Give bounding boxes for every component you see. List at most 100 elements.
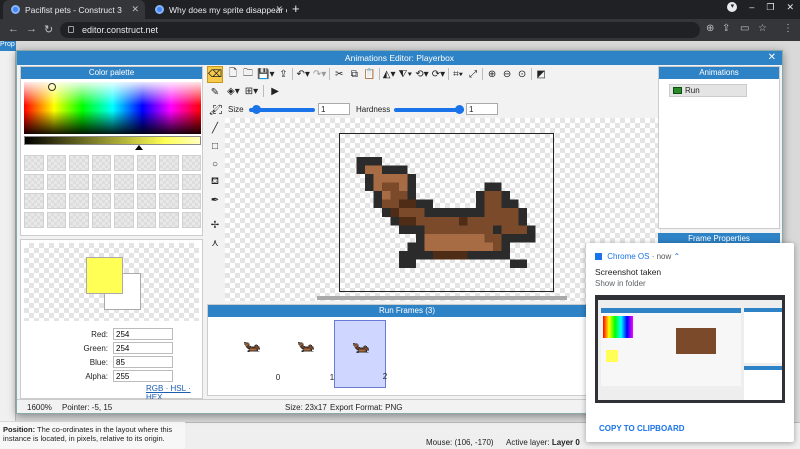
expand-chevron-icon[interactable]: ⌃ xyxy=(674,252,681,261)
new-image-icon[interactable]: 🗋 xyxy=(227,66,239,83)
zoom-reset-icon[interactable]: ⊙ xyxy=(516,69,528,80)
palette-swatch[interactable] xyxy=(114,174,134,190)
copy-icon[interactable]: ⧉ xyxy=(348,69,360,80)
palette-swatch[interactable] xyxy=(114,155,134,171)
palette-swatch[interactable] xyxy=(136,212,156,228)
show-in-folder-link[interactable]: Show in folder xyxy=(595,279,646,288)
size-slider-knob[interactable] xyxy=(251,105,261,114)
palette-swatch[interactable] xyxy=(91,174,111,190)
resize-icon[interactable]: ⤢ xyxy=(467,69,479,80)
palette-swatch[interactable] xyxy=(24,174,44,190)
palette-swatch[interactable] xyxy=(136,193,156,209)
palette-swatch[interactable] xyxy=(159,174,179,190)
cast-icon[interactable]: ▭ xyxy=(740,23,749,34)
origin-tool-icon[interactable]: ✢ xyxy=(207,217,223,234)
paste-icon[interactable]: 📋 xyxy=(363,69,375,80)
palette-swatch[interactable] xyxy=(136,174,156,190)
download-icon[interactable]: ▾ xyxy=(727,2,738,12)
flip-vertical-icon[interactable]: ⧨▾ xyxy=(398,69,412,80)
palette-swatch[interactable] xyxy=(91,193,111,209)
redo-icon[interactable]: ↷▾ xyxy=(313,69,326,80)
palette-swatch[interactable] xyxy=(24,193,44,209)
hardness-slider-knob[interactable] xyxy=(455,105,464,114)
selection-toggle-icon[interactable] xyxy=(213,105,222,114)
palette-swatch[interactable] xyxy=(91,212,111,228)
size-value[interactable]: 1 xyxy=(318,103,350,115)
minimize-button[interactable]: – xyxy=(749,2,754,13)
share-icon[interactable]: ⇪ xyxy=(722,23,730,34)
primary-color-swatch[interactable] xyxy=(86,257,123,294)
close-window-button[interactable]: ✕ xyxy=(786,2,794,13)
green-input[interactable] xyxy=(113,342,173,354)
play-preview-icon[interactable]: ▶ xyxy=(269,86,281,97)
new-tab-button[interactable]: + xyxy=(292,1,300,16)
luminance-marker[interactable] xyxy=(135,145,143,150)
layers-icon[interactable]: ◈▾ xyxy=(227,86,240,97)
flip-horizontal-icon[interactable]: ◭▾ xyxy=(383,69,396,80)
color-spectrum[interactable] xyxy=(24,82,201,134)
palette-swatch[interactable] xyxy=(46,155,66,171)
frame-thumbnail-selected[interactable]: 2 xyxy=(334,320,387,388)
rectangle-tool-icon[interactable]: □ xyxy=(207,138,223,155)
undo-icon[interactable]: ↶▾ xyxy=(296,69,309,80)
background-toggle-icon[interactable]: ◩ xyxy=(535,69,547,80)
size-slider[interactable] xyxy=(249,105,315,114)
copy-to-clipboard-button[interactable]: COPY TO CLIPBOARD xyxy=(599,424,685,433)
open-image-icon[interactable]: 🗀 xyxy=(242,66,254,83)
blue-input[interactable] xyxy=(113,356,173,368)
screenshot-thumbnail[interactable] xyxy=(595,295,785,403)
palette-swatch[interactable] xyxy=(181,174,201,190)
palette-swatch[interactable] xyxy=(46,193,66,209)
spectrum-cursor[interactable] xyxy=(48,83,56,91)
hardness-value[interactable]: 1 xyxy=(466,103,498,115)
tab-forum[interactable]: Why does my sprite disappear c ✕ xyxy=(147,0,289,19)
crop-icon[interactable]: ⌗▾ xyxy=(452,69,464,80)
palette-swatch[interactable] xyxy=(114,193,134,209)
canvas-horizontal-scrollbar[interactable] xyxy=(317,296,567,300)
zoom-in-icon[interactable]: ⊕ xyxy=(486,69,498,80)
palette-swatch[interactable] xyxy=(181,212,201,228)
palette-swatch[interactable] xyxy=(46,212,66,228)
cut-icon[interactable]: ✂ xyxy=(333,69,345,80)
palette-swatch[interactable] xyxy=(24,155,44,171)
line-tool-icon[interactable]: ╱ xyxy=(207,120,223,137)
palette-swatch[interactable] xyxy=(181,155,201,171)
palette-swatch[interactable] xyxy=(24,212,44,228)
bookmark-star-icon[interactable]: ☆ xyxy=(758,23,767,34)
reload-icon[interactable]: ↻ xyxy=(44,23,53,36)
palette-swatch[interactable] xyxy=(114,212,134,228)
rgb-link[interactable]: RGB xyxy=(146,384,163,393)
tab-close-icon[interactable]: ✕ xyxy=(131,4,139,15)
palette-swatch[interactable] xyxy=(136,155,156,171)
forward-icon[interactable]: → xyxy=(26,23,37,35)
zoom-out-icon[interactable]: ⊖ xyxy=(501,69,513,80)
more-menu-icon[interactable]: ⋮ xyxy=(783,23,793,34)
red-input[interactable] xyxy=(113,328,173,340)
palette-swatch[interactable] xyxy=(69,212,89,228)
grid-icon[interactable]: ⊞▾ xyxy=(245,86,258,97)
rotate-ccw-icon[interactable]: ⟲▾ xyxy=(415,69,428,80)
palette-swatch[interactable] xyxy=(69,174,89,190)
alpha-input[interactable] xyxy=(113,370,173,382)
polygon-tool-icon[interactable]: ⋏ xyxy=(207,235,223,252)
animation-item-run[interactable]: Run xyxy=(669,84,747,97)
save-icon[interactable]: 💾▾ xyxy=(257,69,274,80)
url-field[interactable]: editor.construct.net xyxy=(60,22,700,38)
hsl-link[interactable]: HSL xyxy=(170,384,185,393)
frame-thumbnail[interactable]: 1 xyxy=(280,320,334,388)
palette-swatch[interactable] xyxy=(159,212,179,228)
install-icon[interactable]: ⊕ xyxy=(706,23,714,34)
ellipse-tool-icon[interactable]: ○ xyxy=(207,156,223,173)
luminance-bar[interactable] xyxy=(24,136,201,145)
fill-tool-icon[interactable]: ⛾ xyxy=(207,174,223,191)
palette-swatch[interactable] xyxy=(46,174,66,190)
palette-swatch[interactable] xyxy=(159,193,179,209)
maximize-button[interactable]: ❐ xyxy=(766,2,774,13)
back-icon[interactable]: ← xyxy=(8,23,19,35)
hardness-slider[interactable] xyxy=(394,105,464,114)
tab-close-icon[interactable]: ✕ xyxy=(275,4,283,15)
palette-swatch[interactable] xyxy=(159,155,179,171)
palette-swatch[interactable] xyxy=(69,155,89,171)
palette-swatch[interactable] xyxy=(69,193,89,209)
color-picker-tool-icon[interactable]: ✒ xyxy=(207,192,223,209)
